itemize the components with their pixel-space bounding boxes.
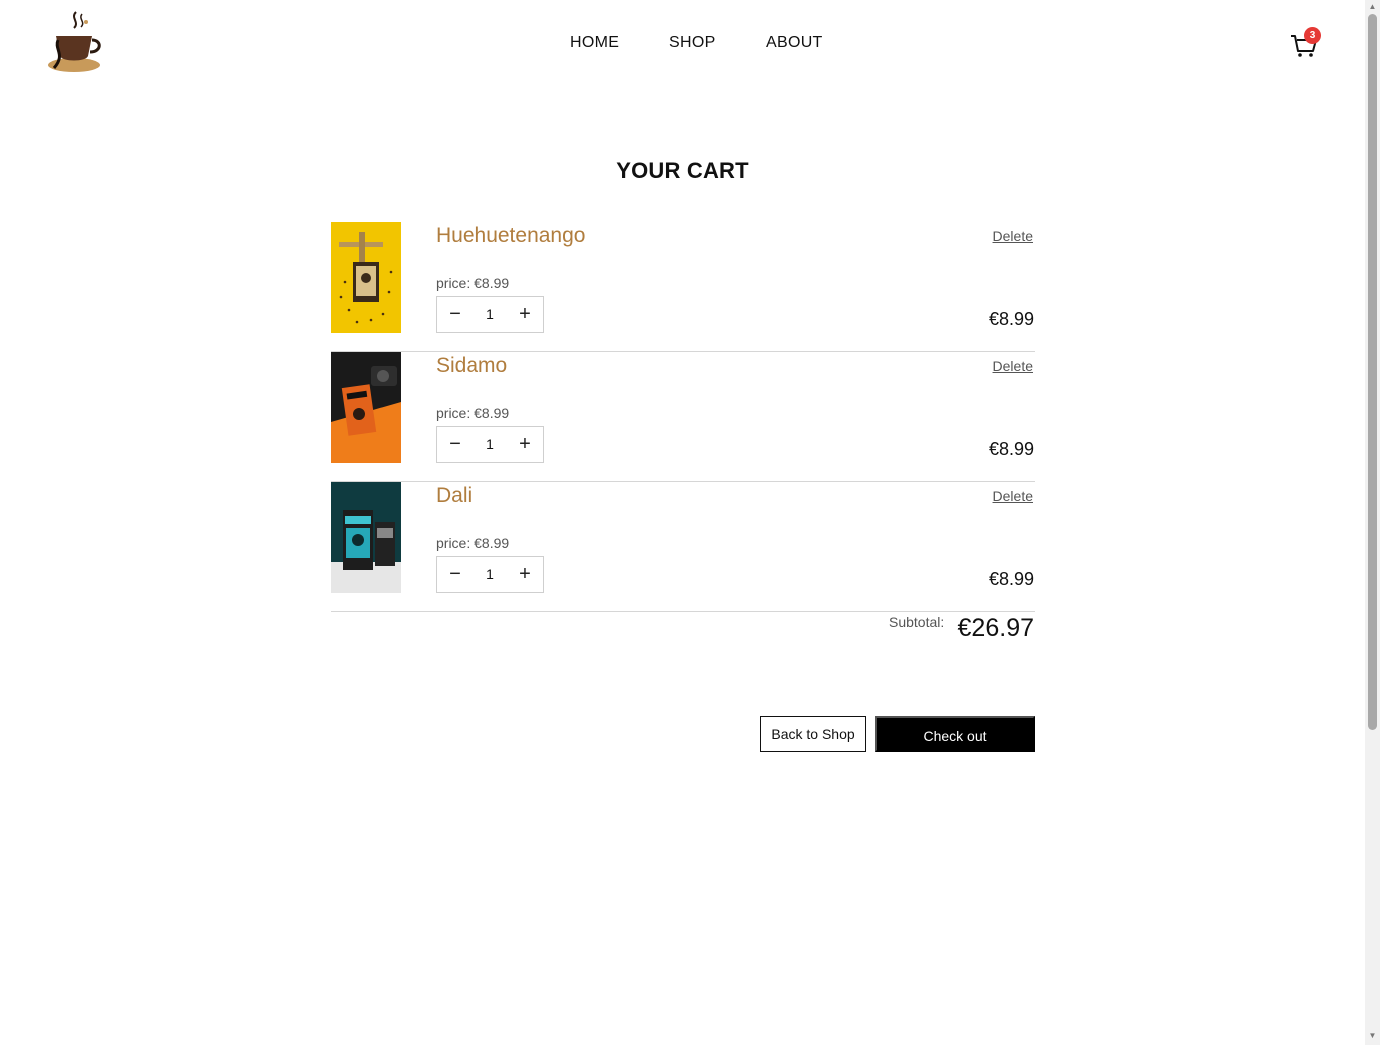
orange-coffee-bag-photo[interactable] — [331, 352, 401, 463]
line-total: €8.99 — [988, 439, 1034, 459]
back-to-shop-button[interactable]: Back to Shop — [760, 716, 866, 752]
page-title: YOUR CART — [616, 158, 749, 183]
minus-icon[interactable]: − — [437, 557, 473, 592]
delete-button[interactable]: Delete — [993, 488, 1033, 504]
plus-icon[interactable]: + — [507, 297, 543, 332]
nav-about[interactable]: ABOUT — [766, 34, 823, 52]
delete-button[interactable]: Delete — [993, 358, 1033, 374]
item-price: price: €8.99 — [436, 405, 510, 421]
nav-shop[interactable]: SHOP — [669, 34, 716, 52]
line-total: €8.99 — [988, 309, 1034, 329]
item-name[interactable]: Huehuetenango — [436, 224, 585, 248]
minus-icon[interactable]: − — [437, 297, 473, 332]
plus-icon[interactable]: + — [507, 557, 543, 592]
plus-icon[interactable]: + — [507, 427, 543, 462]
quantity-stepper: − 1 + — [436, 296, 544, 333]
quantity-value: 1 — [486, 306, 494, 322]
quantity-stepper: − 1 + — [436, 426, 544, 463]
quantity-stepper: − 1 + — [436, 556, 544, 593]
scroll-up-icon[interactable]: ▲ — [1368, 3, 1377, 11]
item-name[interactable]: Sidamo — [436, 354, 507, 378]
scroll-down-icon[interactable]: ▼ — [1368, 1032, 1377, 1040]
item-price: price: €8.99 — [436, 275, 510, 291]
teal-coffee-bag-photo[interactable] — [331, 482, 401, 593]
cart-list: Huehuetenango Delete price: €8.99 − 1 + … — [331, 222, 1035, 612]
cart-item: Dali Delete price: €8.99 − 1 + €8.99 — [331, 482, 1035, 612]
subtotal-value: €26.97 — [957, 614, 1034, 642]
coffee-cup-logo[interactable] — [46, 10, 106, 74]
item-price: price: €8.99 — [436, 535, 510, 551]
cart-item: Huehuetenango Delete price: €8.99 − 1 + … — [331, 222, 1035, 352]
line-total: €8.99 — [988, 569, 1034, 589]
delete-button[interactable]: Delete — [993, 228, 1033, 244]
nav-home[interactable]: HOME — [570, 34, 619, 52]
yellow-coffee-bag-photo[interactable] — [331, 222, 401, 333]
subtotal-label: Subtotal: — [889, 614, 945, 630]
quantity-value: 1 — [486, 436, 494, 452]
checkout-button[interactable]: Check out — [875, 716, 1035, 752]
item-name[interactable]: Dali — [436, 484, 472, 508]
scrollbar-thumb[interactable] — [1368, 14, 1377, 730]
site-header: HOME SHOP ABOUT 3 — [0, 0, 1365, 90]
vertical-scrollbar[interactable]: ▲ ▼ — [1365, 0, 1380, 1045]
minus-icon[interactable]: − — [437, 427, 473, 462]
cart-count-badge: 3 — [1304, 27, 1321, 44]
quantity-value: 1 — [486, 566, 494, 582]
cart-item: Sidamo Delete price: €8.99 − 1 + €8.99 — [331, 352, 1035, 482]
